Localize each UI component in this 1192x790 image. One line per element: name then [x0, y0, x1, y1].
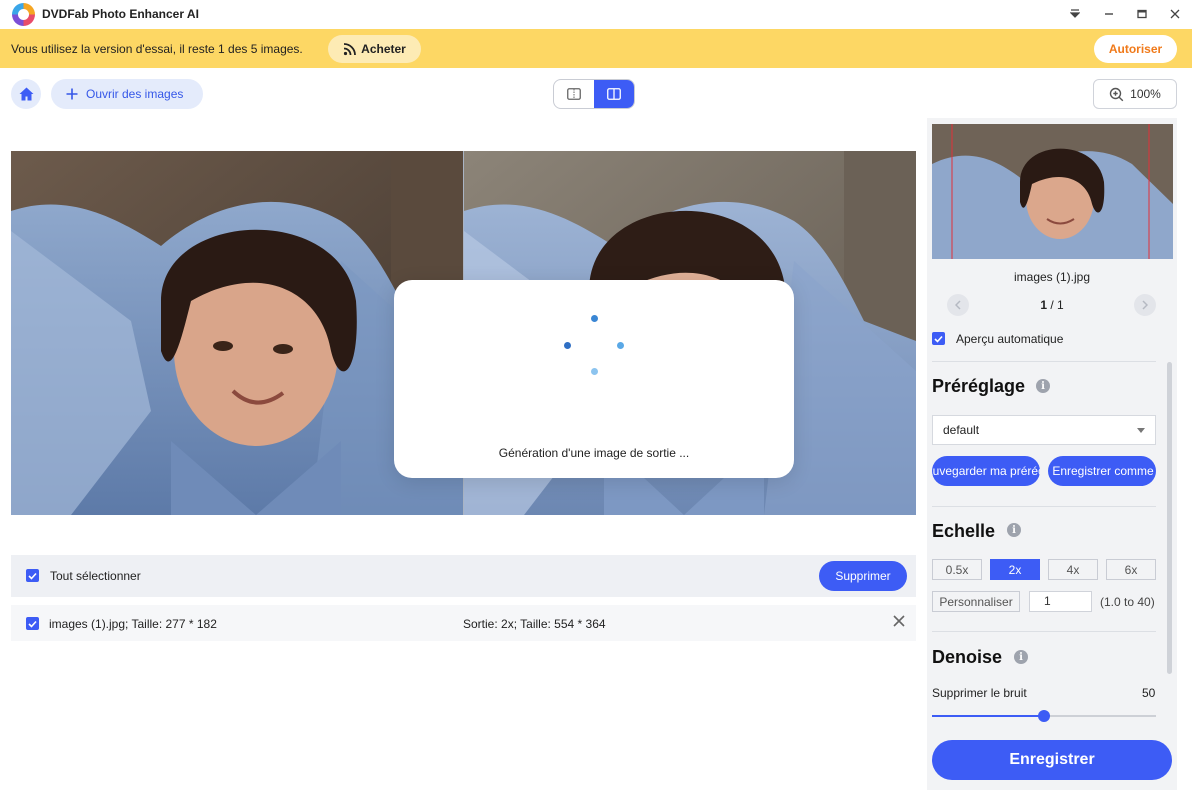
- title-bar: DVDFab Photo Enhancer AI: [0, 0, 1192, 28]
- page-total: / 1: [1047, 298, 1064, 312]
- custom-scale-input[interactable]: 1: [1029, 591, 1092, 612]
- single-view-icon: [567, 88, 581, 100]
- buy-button[interactable]: Acheter: [328, 35, 421, 63]
- feed-icon: [344, 42, 357, 55]
- auto-preview-label: Aperçu automatique: [956, 332, 1064, 346]
- select-all-checkbox[interactable]: [26, 569, 39, 582]
- authorize-button[interactable]: Autoriser: [1094, 35, 1177, 63]
- thumbnail-filename: images (1).jpg: [1013, 270, 1091, 284]
- denoise-title: Denoise: [932, 647, 1003, 667]
- app-logo-icon: [12, 3, 35, 26]
- scale-option-4x[interactable]: 4x: [1048, 559, 1098, 580]
- preset-title: Préréglage: [932, 376, 1026, 396]
- single-view-button[interactable]: [554, 80, 594, 108]
- caret-down-icon[interactable]: [1066, 5, 1084, 23]
- spinner-dot: [591, 368, 598, 375]
- slider-handle[interactable]: [1038, 710, 1050, 722]
- scale-range-hint: (1.0 to 40): [1100, 595, 1155, 609]
- plus-icon: [66, 88, 78, 100]
- settings-sidebar: images (1).jpg 1 / 1 Aperçu automatique …: [927, 118, 1177, 790]
- auto-preview-checkbox[interactable]: [932, 332, 945, 345]
- main-toolbar: Ouvrir des images 100%: [0, 69, 1177, 119]
- spinner-dot: [564, 342, 571, 349]
- check-icon: [28, 572, 37, 580]
- save-as-button[interactable]: Enregistrer comme: [1048, 456, 1156, 486]
- zoom-button[interactable]: 100%: [1093, 79, 1177, 109]
- home-icon: [19, 87, 33, 101]
- thumbnail-image[interactable]: [932, 124, 1173, 259]
- loading-text: Génération d'une image de sortie ...: [498, 446, 690, 460]
- save-preset-button[interactable]: Sauvegarder ma préréglage: [932, 456, 1040, 486]
- page-current: 1: [1040, 298, 1047, 312]
- scale-option-6x[interactable]: 6x: [1106, 559, 1156, 580]
- file-name: images (1).jpg; Taille: 277 * 182: [49, 617, 217, 631]
- spinner-dot: [591, 315, 598, 322]
- info-icon[interactable]: i: [1036, 379, 1050, 393]
- denoise-value: 50: [1142, 686, 1156, 700]
- trial-message: Vous utilisez la version d'essai, il res…: [11, 42, 303, 56]
- file-checkbox[interactable]: [26, 617, 39, 630]
- zoom-level: 100%: [1130, 87, 1161, 101]
- check-icon: [28, 620, 37, 628]
- caret-down-icon: [1137, 428, 1145, 433]
- preset-select[interactable]: default: [932, 415, 1156, 445]
- chevron-right-icon: [1142, 300, 1148, 310]
- select-all-bar: Tout sélectionner Supprimer: [11, 555, 916, 597]
- trial-banner: Vous utilisez la version d'essai, il res…: [0, 29, 1192, 68]
- custom-scale-button[interactable]: Personnaliser: [932, 591, 1020, 612]
- loading-dialog: Génération d'une image de sortie ...: [394, 280, 794, 478]
- denoise-slider[interactable]: [932, 710, 1156, 722]
- divider: [932, 506, 1156, 507]
- open-images-label: Ouvrir des images: [86, 87, 184, 101]
- save-preset-label: Sauvegarder ma préréglage: [932, 464, 1040, 478]
- info-icon[interactable]: i: [1014, 650, 1028, 664]
- open-images-button[interactable]: Ouvrir des images: [51, 79, 203, 109]
- file-output-info: Sortie: 2x; Taille: 554 * 364: [463, 617, 606, 631]
- delete-button[interactable]: Supprimer: [819, 561, 907, 591]
- split-view-icon: [607, 88, 621, 100]
- scale-option-0-5x[interactable]: 0.5x: [932, 559, 982, 580]
- buy-label: Acheter: [361, 42, 406, 56]
- view-mode-toggle: [553, 79, 635, 109]
- remove-file-icon[interactable]: [893, 615, 905, 631]
- app-window: DVDFab Photo Enhancer AI Vous utilisez l…: [0, 0, 1192, 790]
- preset-selected: default: [943, 423, 980, 437]
- scale-option-2x[interactable]: 2x: [990, 559, 1040, 580]
- scale-title: Echelle: [932, 521, 996, 541]
- divider: [932, 631, 1156, 632]
- divider: [932, 361, 1156, 362]
- sidebar-scrollbar[interactable]: [1167, 362, 1172, 674]
- close-icon[interactable]: [1166, 5, 1184, 23]
- file-row[interactable]: images (1).jpg; Taille: 277 * 182 Sortie…: [11, 605, 916, 641]
- info-icon[interactable]: i: [1007, 523, 1021, 537]
- spinner-dot: [617, 342, 624, 349]
- save-as-label: Enregistrer comme: [1052, 464, 1154, 478]
- check-icon: [934, 335, 943, 343]
- home-button[interactable]: [11, 79, 41, 109]
- next-image-button[interactable]: [1134, 294, 1156, 316]
- save-button[interactable]: Enregistrer: [932, 740, 1172, 780]
- zoom-in-icon: [1109, 87, 1124, 101]
- denoise-label: Supprimer le bruit: [932, 686, 1027, 700]
- split-view-button[interactable]: [594, 80, 634, 108]
- maximize-icon[interactable]: [1133, 5, 1151, 23]
- app-title: DVDFab Photo Enhancer AI: [42, 7, 199, 21]
- select-all-label: Tout sélectionner: [50, 569, 141, 583]
- minimize-icon[interactable]: [1100, 5, 1118, 23]
- slider-fill: [932, 715, 1044, 717]
